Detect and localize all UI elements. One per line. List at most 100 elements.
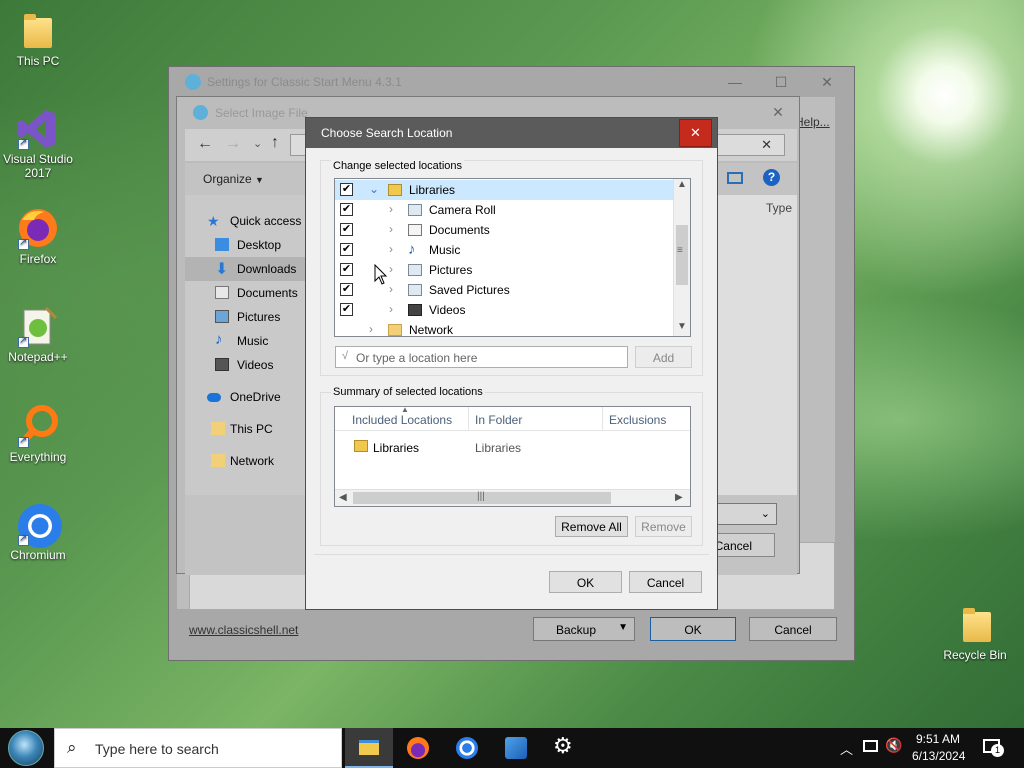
chevron-down-icon[interactable]: ⌄ [369,182,379,196]
scroll-down-arrow-icon[interactable]: ▼ [677,321,687,332]
taskbar-settings[interactable]: ⚙ [541,728,589,768]
settings-titlebar[interactable]: Settings for Classic Start Menu 4.3.1 — … [169,67,854,97]
list-scrollbar[interactable]: ◀ ||| ▶ [335,489,690,506]
tree-item-network[interactable]: › Network [335,320,673,336]
checkbox[interactable]: ✔ [340,203,353,216]
desktop-icon-this-pc[interactable]: This PC [0,8,76,68]
sidebar-item-pictures[interactable]: Pictures [185,305,306,329]
chevron-right-icon[interactable]: › [369,322,373,336]
checkbox[interactable]: ✔ [340,263,353,276]
summary-list[interactable]: ▲ Included Locations In Folder Exclusion… [334,406,691,507]
taskbar-photos[interactable] [492,728,540,768]
desktop-icon-chromium[interactable]: Chromium [0,502,76,562]
column-header-exclusions[interactable]: Exclusions [609,413,666,427]
ok-button[interactable]: OK [549,571,622,593]
tree-item-videos[interactable]: ✔ › Videos [335,300,673,320]
checkbox[interactable]: ✔ [340,243,353,256]
organize-button[interactable]: Organize ▼ [203,172,264,186]
desktop-icon-recycle-bin[interactable]: Recycle Bin [937,602,1013,662]
desktop-icon-notepad-plus-plus[interactable]: Notepad++ [0,304,76,364]
checkbox[interactable]: ✔ [340,223,353,236]
tree-item-music[interactable]: ✔ › ♪ Music [335,240,673,260]
tree-item-libraries[interactable]: ✔ ⌄ Libraries [335,180,673,200]
desktop-icon-visual-studio[interactable]: Visual Studio 2017 [0,106,76,180]
close-icon[interactable]: ✕ [761,137,772,153]
action-center-button[interactable]: 1 [980,736,1006,760]
desktop-icon-everything[interactable]: Everything [0,404,76,464]
file-type-select[interactable]: ⌄ [709,503,777,525]
chevron-right-icon[interactable]: › [389,202,393,216]
chevron-right-icon[interactable]: › [389,262,393,276]
cancel-button[interactable]: Cancel [629,571,702,593]
file-dialog-cancel-button[interactable]: Cancel [709,533,775,557]
scroll-up-arrow-icon[interactable]: ▲ [677,179,687,190]
column-header-in-folder[interactable]: In Folder [475,413,522,427]
column-header-type[interactable]: Type [766,201,792,215]
chevron-right-icon[interactable]: › [389,302,393,316]
locations-tree[interactable]: ✔ ⌄ Libraries ✔ › Camera Roll ✔ › Docume… [334,178,691,337]
notification-badge: 1 [991,744,1004,757]
chevron-right-icon[interactable]: › [389,222,393,236]
remove-button[interactable]: Remove [635,516,692,537]
chevron-down-icon[interactable]: ⌄ [253,137,262,150]
preview-pane-icon[interactable] [727,172,743,184]
column-header-included[interactable]: Included Locations [352,413,452,427]
start-button[interactable] [0,728,52,768]
chevron-right-icon[interactable]: › [389,242,393,256]
visual-studio-icon [16,106,60,150]
minimize-button[interactable]: — [712,67,758,97]
table-row[interactable]: Libraries Libraries [335,437,690,457]
clock-time[interactable]: 9:51 AM [916,732,960,746]
help-icon[interactable]: ? [763,169,780,186]
sidebar-item-network[interactable]: Network [185,449,306,473]
chevron-up-icon[interactable]: ︿ [840,739,853,758]
checkbox[interactable]: ✔ [340,303,353,316]
scroll-thumb[interactable]: ≡ [676,225,688,285]
scroll-thumb[interactable]: ||| [353,491,611,504]
settings-ok-button[interactable]: OK [650,617,736,641]
forward-arrow-icon[interactable]: → [225,135,241,153]
settings-cancel-button[interactable]: Cancel [749,617,837,641]
back-arrow-icon[interactable]: ← [197,135,213,153]
network-icon[interactable] [863,740,878,752]
scroll-left-arrow-icon[interactable]: ◀ [339,492,347,503]
remove-all-button[interactable]: Remove All [555,516,628,537]
sidebar-item-desktop[interactable]: Desktop [185,233,306,257]
choose-search-location-dialog: Choose Search Location ✕ Change selected… [305,117,718,610]
volume-muted-icon[interactable]: 🔇 [885,737,902,754]
sidebar-item-music[interactable]: ♪ Music [185,329,306,353]
video-icon [408,304,422,316]
firefox-icon [407,737,429,759]
sidebar-item-quick-access[interactable]: ★ Quick access [185,209,306,233]
taskbar-chromium[interactable] [443,728,491,768]
taskbar-search-box[interactable]: ⌕ Type here to search [54,728,342,768]
search-dialog-titlebar[interactable]: Choose Search Location ✕ [306,118,717,148]
tree-item-documents[interactable]: ✔ › Documents [335,220,673,240]
up-arrow-icon[interactable]: ↑ [271,134,279,152]
maximize-button[interactable]: ☐ [758,67,804,97]
sidebar-item-downloads[interactable]: ⬇ Downloads [185,257,306,281]
taskbar-file-explorer[interactable] [345,728,393,768]
start-orb-icon [8,730,44,766]
search-dialog-close-button[interactable]: ✕ [679,119,712,147]
website-link[interactable]: www.classicshell.net [189,623,298,637]
scroll-right-arrow-icon[interactable]: ▶ [675,492,683,503]
sidebar-item-documents[interactable]: Documents [185,281,306,305]
location-input[interactable]: √ Or type a location here [335,346,628,368]
sidebar-item-this-pc[interactable]: This PC [185,417,306,441]
checkbox[interactable]: ✔ [340,183,353,196]
sidebar-item-onedrive[interactable]: OneDrive [185,385,306,409]
chevron-right-icon[interactable]: › [389,282,393,296]
file-dialog-close-button[interactable]: ✕ [755,97,801,127]
checkbox[interactable]: ✔ [340,283,353,296]
taskbar-firefox[interactable] [394,728,442,768]
libraries-icon [354,440,368,452]
close-button[interactable]: ✕ [804,67,850,97]
tree-item-camera-roll[interactable]: ✔ › Camera Roll [335,200,673,220]
add-button[interactable]: Add [635,346,692,368]
tree-scrollbar[interactable]: ▲ ≡ ▼ [673,179,690,336]
sidebar-item-videos[interactable]: Videos [185,353,306,377]
desktop-icon-firefox[interactable]: Firefox [0,206,76,266]
clock-date[interactable]: 6/13/2024 [912,749,965,763]
backup-button[interactable]: Backup ▼ [533,617,635,641]
